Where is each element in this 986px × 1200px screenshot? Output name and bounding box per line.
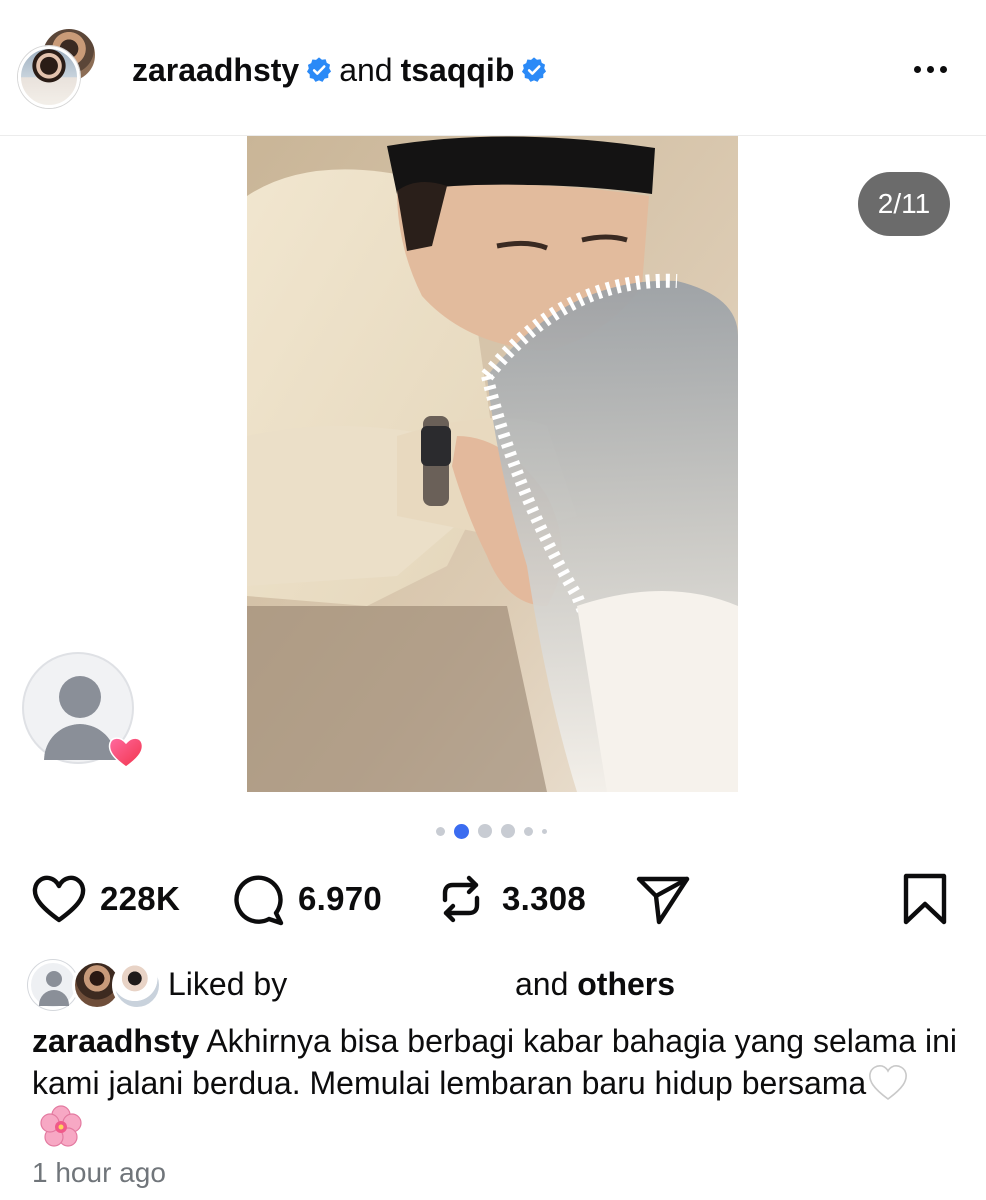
author-username-secondary[interactable]: tsaqqib [401,52,515,89]
tagged-users-button[interactable] [22,652,144,768]
heart-icon [32,875,86,923]
repost-button[interactable]: 3.308 [432,866,586,932]
carousel-dot [524,826,533,836]
carousel-dot [478,824,492,838]
carousel-dot [542,828,547,834]
verified-badge-icon [307,57,332,82]
action-bar: 228K 6.970 3.308 [0,866,986,932]
caption-username[interactable]: zaraadhsty [32,1023,199,1059]
cherry-blossom-emoji-icon [40,1105,82,1147]
comment-button[interactable]: 6.970 [228,866,382,932]
save-button[interactable] [896,866,954,932]
collab-avatars[interactable] [18,26,102,110]
liked-by-text: Liked by and others [168,966,675,1003]
repost-icon [442,875,480,923]
liker-avatar[interactable] [112,960,162,1010]
more-options-button[interactable] [900,54,960,84]
avatar-zaraadhsty[interactable] [18,46,80,108]
comment-icon [234,875,284,926]
comment-count[interactable]: 6.970 [298,880,382,918]
post-authors: zaraadhsty and tsaqqib [132,50,548,90]
more-horizontal-icon [913,65,921,73]
carousel-dot [436,826,445,836]
liked-by-others-link[interactable]: others [577,966,675,1002]
authors-joiner: and [339,51,393,88]
verified-badge-icon [522,57,547,82]
repost-count[interactable]: 3.308 [502,880,586,918]
media-carousel[interactable]: 2/11 [0,136,986,794]
like-button[interactable]: 228K [30,866,180,932]
post-timestamp: 1 hour ago [32,1157,166,1188]
send-icon [636,876,690,925]
post-header: zaraadhsty and tsaqqib [0,0,986,136]
wedding-photo-illustration [247,136,738,792]
liker-avatar[interactable] [28,960,78,1010]
bookmark-icon [903,873,947,925]
white-heart-emoji-icon [869,1065,908,1100]
media-counter-badge: 2/11 [858,172,950,236]
author-username-primary[interactable]: zaraadhsty [132,52,299,89]
liked-by-suffix: and [514,966,569,1002]
carousel-indicator [436,822,547,840]
post-caption: zaraadhsty Akhirnya bisa berbagi kabar b… [32,1020,962,1150]
post-photo[interactable] [247,136,738,792]
person-tag-icon [59,676,101,718]
carousel-dot-active [454,823,469,839]
liked-by-row[interactable]: Liked by and others [28,958,968,1014]
carousel-dot [501,824,515,838]
heart-reaction-icon [108,737,144,768]
share-button[interactable] [634,866,692,932]
like-count[interactable]: 228K [100,880,180,918]
liked-by-prefix: Liked by [168,966,288,1002]
redacted-username [296,971,507,1002]
